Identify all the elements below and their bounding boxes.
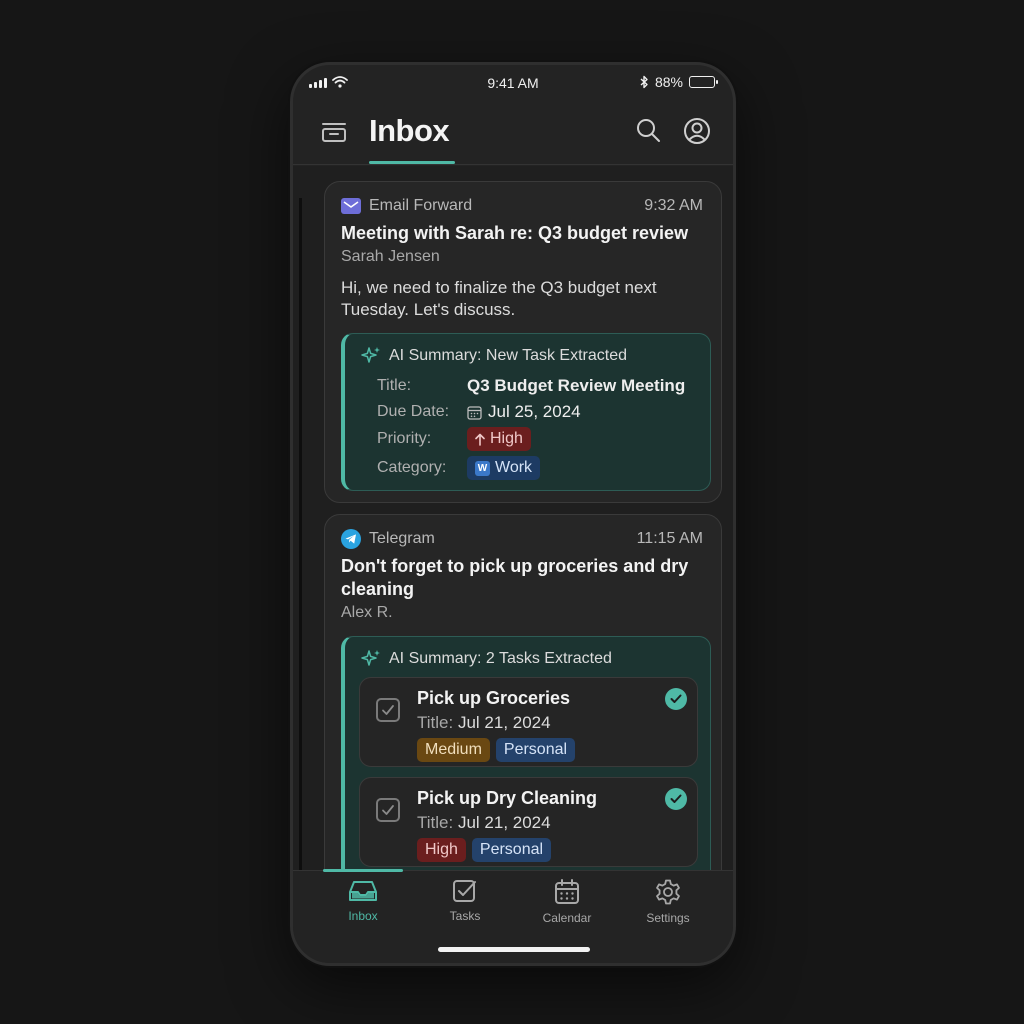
tab-settings[interactable]: Settings — [623, 879, 713, 933]
message-title: Don't forget to pick up groceries and dr… — [341, 556, 689, 599]
scrollbar[interactable] — [299, 198, 302, 870]
settings-icon — [656, 879, 680, 905]
status-right: 88% — [640, 74, 718, 90]
inbox-icon — [349, 881, 377, 901]
tab-tasks[interactable]: Tasks — [420, 879, 510, 933]
telegram-icon — [341, 529, 361, 549]
active-tab-indicator — [323, 869, 403, 872]
ai-summary-heading-text: AI Summary: 2 Tasks Extracted — [389, 650, 612, 667]
task-tags: High Personal — [417, 838, 552, 862]
check-icon — [382, 805, 394, 815]
tasks-icon — [453, 880, 476, 902]
message-source-row: Telegram 11:15 AM — [341, 529, 703, 549]
category-badge-text: Work — [495, 459, 533, 476]
field-title-value: Q3 Budget Review Meeting — [467, 376, 686, 395]
field-title: Title: Q3 Budget Review Meeting — [377, 374, 685, 398]
priority-badge[interactable]: High — [417, 838, 466, 862]
field-priority-label: Priority: — [377, 430, 432, 447]
status-bar: 9:41 AM 88% — [293, 65, 733, 101]
message-title: Meeting with Sarah re: Q3 budget review — [341, 223, 689, 243]
ai-summary-heading-text: AI Summary: New Task Extracted — [389, 347, 627, 364]
message-card[interactable]: Email Forward 9:32 AM Meeting with Sarah… — [324, 181, 722, 503]
category-badge[interactable]: Personal — [495, 738, 576, 762]
message-card[interactable]: Telegram 11:15 AM Don't forget to pick u… — [324, 514, 722, 870]
task-date-value: Jul 21, 2024 — [457, 713, 551, 732]
tab-settings-label: Settings — [646, 911, 690, 925]
ai-summary-box[interactable]: AI Summary: 2 Tasks Extracted Pick up Gr… — [341, 636, 711, 870]
app-header: Inbox — [293, 101, 733, 165]
arrow-up-icon — [475, 433, 485, 446]
extracted-task-card[interactable]: Pick up Dry Cleaning Title: Jul 21, 2024… — [359, 777, 698, 867]
phone-frame: 9:41 AM 88% Inbox Email Forward 9:32 AM … — [290, 62, 736, 966]
calendar-icon — [555, 879, 579, 904]
extracted-task-card[interactable]: Pick up Groceries Title: Jul 21, 2024 Me… — [359, 677, 698, 767]
priority-badge-text: High — [490, 430, 523, 447]
sparkle-icon — [361, 650, 380, 666]
priority-badge[interactable]: Medium — [417, 738, 490, 762]
task-title: Pick up Groceries — [417, 688, 571, 708]
category-badge[interactable]: W Work — [467, 456, 541, 480]
archive-icon[interactable] — [321, 121, 347, 143]
due-date-text: Jul 25, 2024 — [488, 402, 581, 421]
check-icon — [670, 794, 682, 803]
account-icon[interactable] — [683, 117, 711, 145]
message-sender: Alex R. — [341, 604, 393, 621]
field-title-label: Title: — [377, 377, 412, 394]
home-indicator[interactable] — [438, 947, 590, 952]
search-icon[interactable] — [635, 117, 661, 143]
tab-inbox[interactable]: Inbox — [318, 879, 408, 933]
field-category: Category: W Work — [377, 456, 541, 480]
calendar-small-icon — [467, 405, 482, 420]
message-sender: Sarah Jensen — [341, 248, 440, 265]
tab-calendar[interactable]: Calendar — [522, 879, 612, 933]
task-date: Title: Jul 21, 2024 — [417, 713, 551, 733]
tab-tasks-label: Tasks — [449, 909, 481, 923]
bluetooth-icon — [640, 75, 648, 89]
ai-summary-box[interactable]: AI Summary: New Task Extracted Title: Q3… — [341, 333, 711, 491]
field-due-label: Due Date: — [377, 403, 450, 420]
task-date-value: Jul 21, 2024 — [457, 813, 551, 832]
task-checkbox[interactable] — [376, 698, 400, 722]
field-due-value: Jul 25, 2024 — [467, 402, 581, 422]
tab-calendar-label: Calendar — [542, 911, 592, 925]
tab-inbox-label: Inbox — [348, 909, 378, 923]
battery-percent: 88% — [654, 74, 683, 90]
message-time: 11:15 AM — [636, 530, 703, 547]
task-date: Title: Jul 21, 2024 — [417, 813, 551, 833]
work-icon: W — [475, 460, 490, 476]
category-badge[interactable]: Personal — [471, 838, 552, 862]
message-source: Telegram — [369, 530, 435, 547]
field-priority: Priority: High — [377, 427, 531, 451]
message-source-row: Email Forward 9:32 AM — [341, 196, 703, 216]
task-confirmed-icon[interactable] — [665, 788, 687, 810]
task-checkbox[interactable] — [376, 798, 400, 822]
message-source: Email Forward — [369, 197, 473, 214]
task-date-label: Title: — [417, 813, 454, 832]
task-tags: Medium Personal — [417, 738, 576, 762]
task-title: Pick up Dry Cleaning — [417, 788, 598, 808]
message-time: 9:32 AM — [644, 197, 703, 214]
email-icon — [341, 198, 361, 214]
check-icon — [382, 705, 394, 715]
field-due-date: Due Date: Jul 25, 2024 — [377, 400, 581, 424]
check-icon — [670, 694, 682, 703]
ai-summary-heading: AI Summary: New Task Extracted — [361, 346, 627, 366]
inbox-list[interactable]: Email Forward 9:32 AM Meeting with Sarah… — [293, 166, 733, 870]
task-date-label: Title: — [417, 713, 454, 732]
priority-badge[interactable]: High — [467, 427, 531, 451]
sparkle-icon — [361, 347, 380, 363]
tab-bar: Inbox Tasks Calendar Settings — [293, 869, 733, 963]
ai-summary-heading: AI Summary: 2 Tasks Extracted — [361, 649, 612, 669]
message-body: Hi, we need to finalize the Q3 budget ne… — [341, 278, 657, 319]
page-title: Inbox — [369, 113, 450, 148]
field-category-label: Category: — [377, 459, 447, 476]
task-confirmed-icon[interactable] — [665, 688, 687, 710]
battery-icon — [689, 76, 718, 88]
title-underline — [369, 161, 455, 164]
